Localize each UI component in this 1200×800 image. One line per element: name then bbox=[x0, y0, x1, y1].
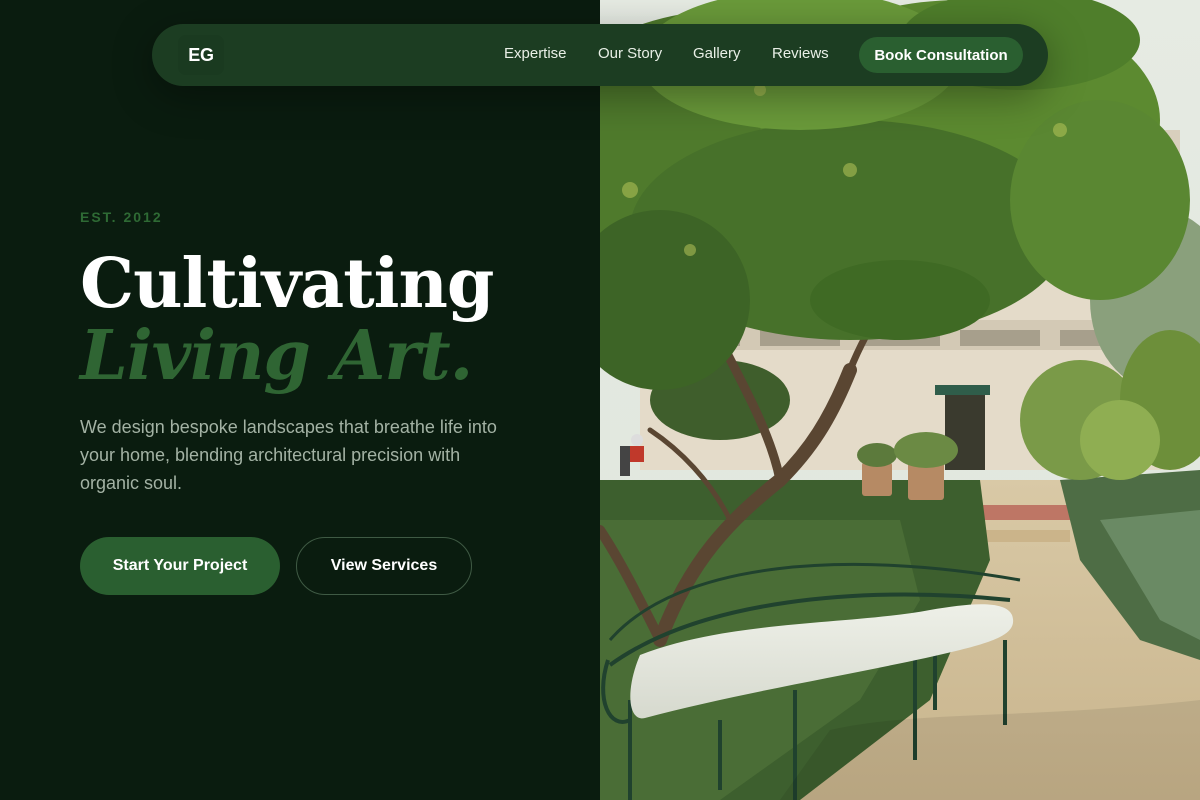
book-consultation-button[interactable]: Book Consultation bbox=[859, 37, 1023, 73]
nav-link-expertise[interactable]: Expertise bbox=[504, 45, 567, 62]
nav-link-reviews[interactable]: Reviews bbox=[772, 45, 829, 62]
hero-headline-line2: Living Art. bbox=[80, 316, 473, 396]
hero-headline-line1: Cultivating bbox=[80, 244, 494, 324]
hero-garden-image bbox=[600, 0, 1200, 800]
logo[interactable]: EG bbox=[178, 35, 224, 75]
nav-link-our-story[interactable]: Our Story bbox=[598, 45, 662, 62]
hero-left-panel bbox=[0, 0, 600, 800]
established-label: EST. 2012 bbox=[80, 209, 163, 225]
view-services-button[interactable]: View Services bbox=[296, 537, 472, 595]
nav-link-gallery[interactable]: Gallery bbox=[693, 45, 741, 62]
start-project-button[interactable]: Start Your Project bbox=[80, 537, 280, 595]
main-navbar: EG Expertise Our Story Gallery Reviews B… bbox=[152, 24, 1048, 86]
hero-subtitle: We design bespoke landscapes that breath… bbox=[80, 417, 497, 493]
garden-photo bbox=[600, 0, 1200, 800]
